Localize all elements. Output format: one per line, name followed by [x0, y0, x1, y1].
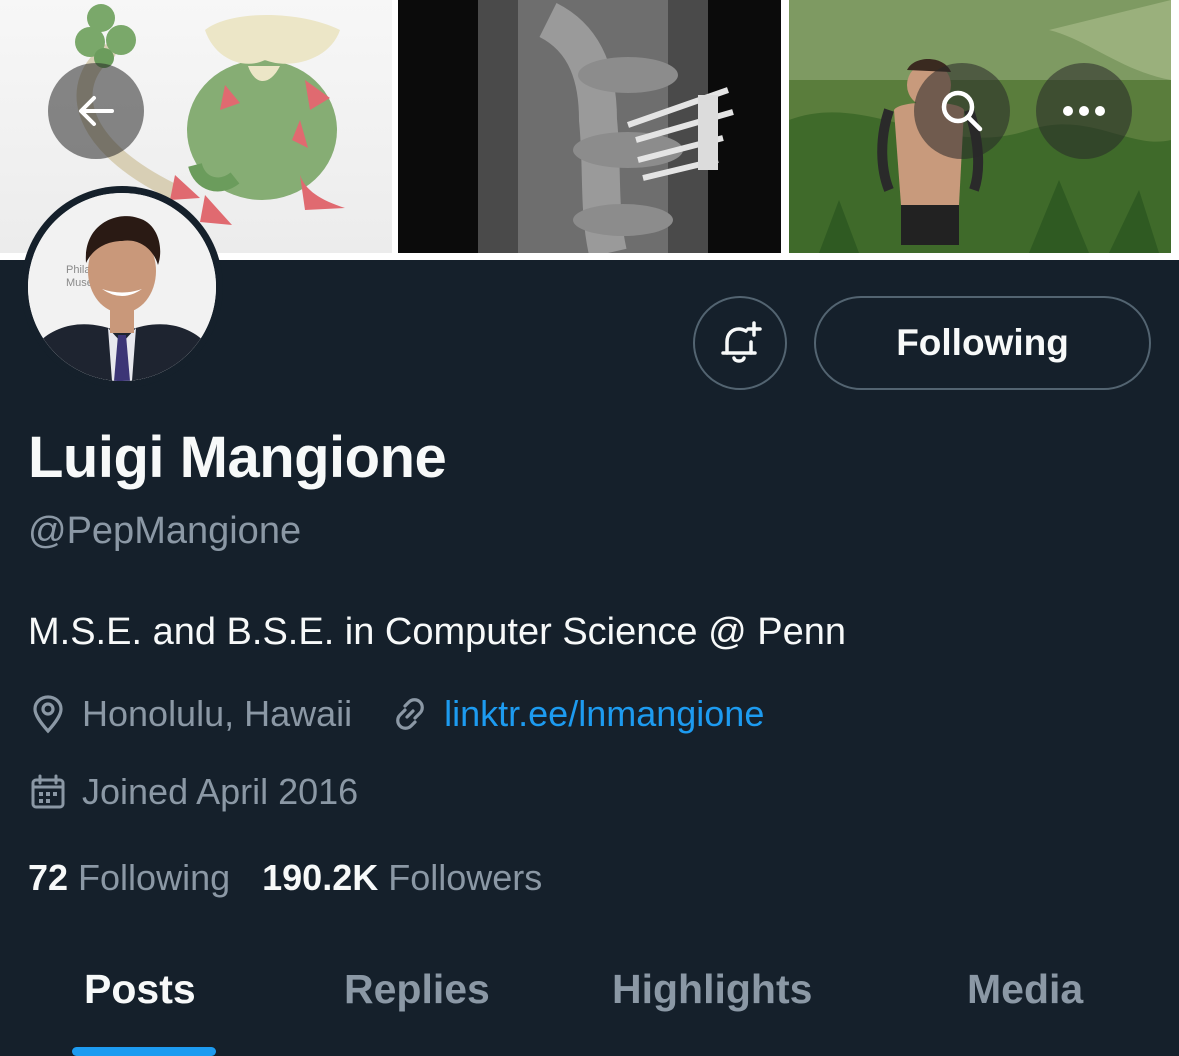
avatar-photo: Philad Muse — [28, 193, 216, 381]
profile-location: Honolulu, Hawaii — [82, 693, 353, 734]
profile-meta-location-website: Honolulu, Hawaii linktr.ee/lnmangione — [28, 693, 764, 735]
more-horizontal-icon — [1063, 106, 1105, 116]
profile-meta-joined: Joined April 2016 — [28, 771, 358, 813]
calendar-icon — [28, 772, 68, 812]
profile-bio: M.S.E. and B.S.E. in Computer Science @ … — [28, 611, 846, 653]
search-icon — [941, 90, 983, 132]
tab-posts[interactable]: Posts — [84, 966, 196, 1013]
tab-media[interactable]: Media — [967, 966, 1083, 1013]
back-button[interactable] — [48, 63, 144, 159]
profile-handle: @PepMangione — [28, 510, 302, 552]
following-count: 72 — [28, 857, 69, 898]
following-count-link[interactable]: 72 Following — [28, 857, 230, 899]
tab-highlights[interactable]: Highlights — [612, 966, 812, 1013]
followers-count-label: Followers — [388, 857, 543, 898]
profile-website-link[interactable]: linktr.ee/lnmangione — [444, 693, 764, 735]
following-count-label: Following — [78, 857, 231, 898]
arrow-left-icon — [79, 96, 114, 126]
tab-replies[interactable]: Replies — [344, 966, 490, 1013]
followers-count: 190.2K — [262, 857, 379, 898]
active-tab-indicator — [72, 1047, 216, 1056]
following-button[interactable]: Following — [814, 296, 1151, 390]
profile-name: Luigi Mangione — [28, 425, 447, 490]
followers-count-link[interactable]: 190.2K Followers — [262, 857, 542, 899]
profile-stats: 72 Following 190.2K Followers — [28, 857, 542, 899]
more-options-button[interactable] — [1036, 63, 1132, 159]
avatar[interactable]: Philad Muse — [21, 186, 223, 388]
location-pin-icon — [28, 694, 68, 734]
profile-page: Philad Muse Following Luigi Mangione @Pe… — [0, 0, 1179, 1056]
search-button[interactable] — [914, 63, 1010, 159]
notifications-bell-button[interactable] — [693, 296, 787, 390]
link-icon — [390, 694, 430, 734]
profile-joined-date: Joined April 2016 — [82, 771, 359, 812]
banner-image-xray — [398, 0, 781, 253]
bell-plus-icon — [721, 321, 762, 363]
